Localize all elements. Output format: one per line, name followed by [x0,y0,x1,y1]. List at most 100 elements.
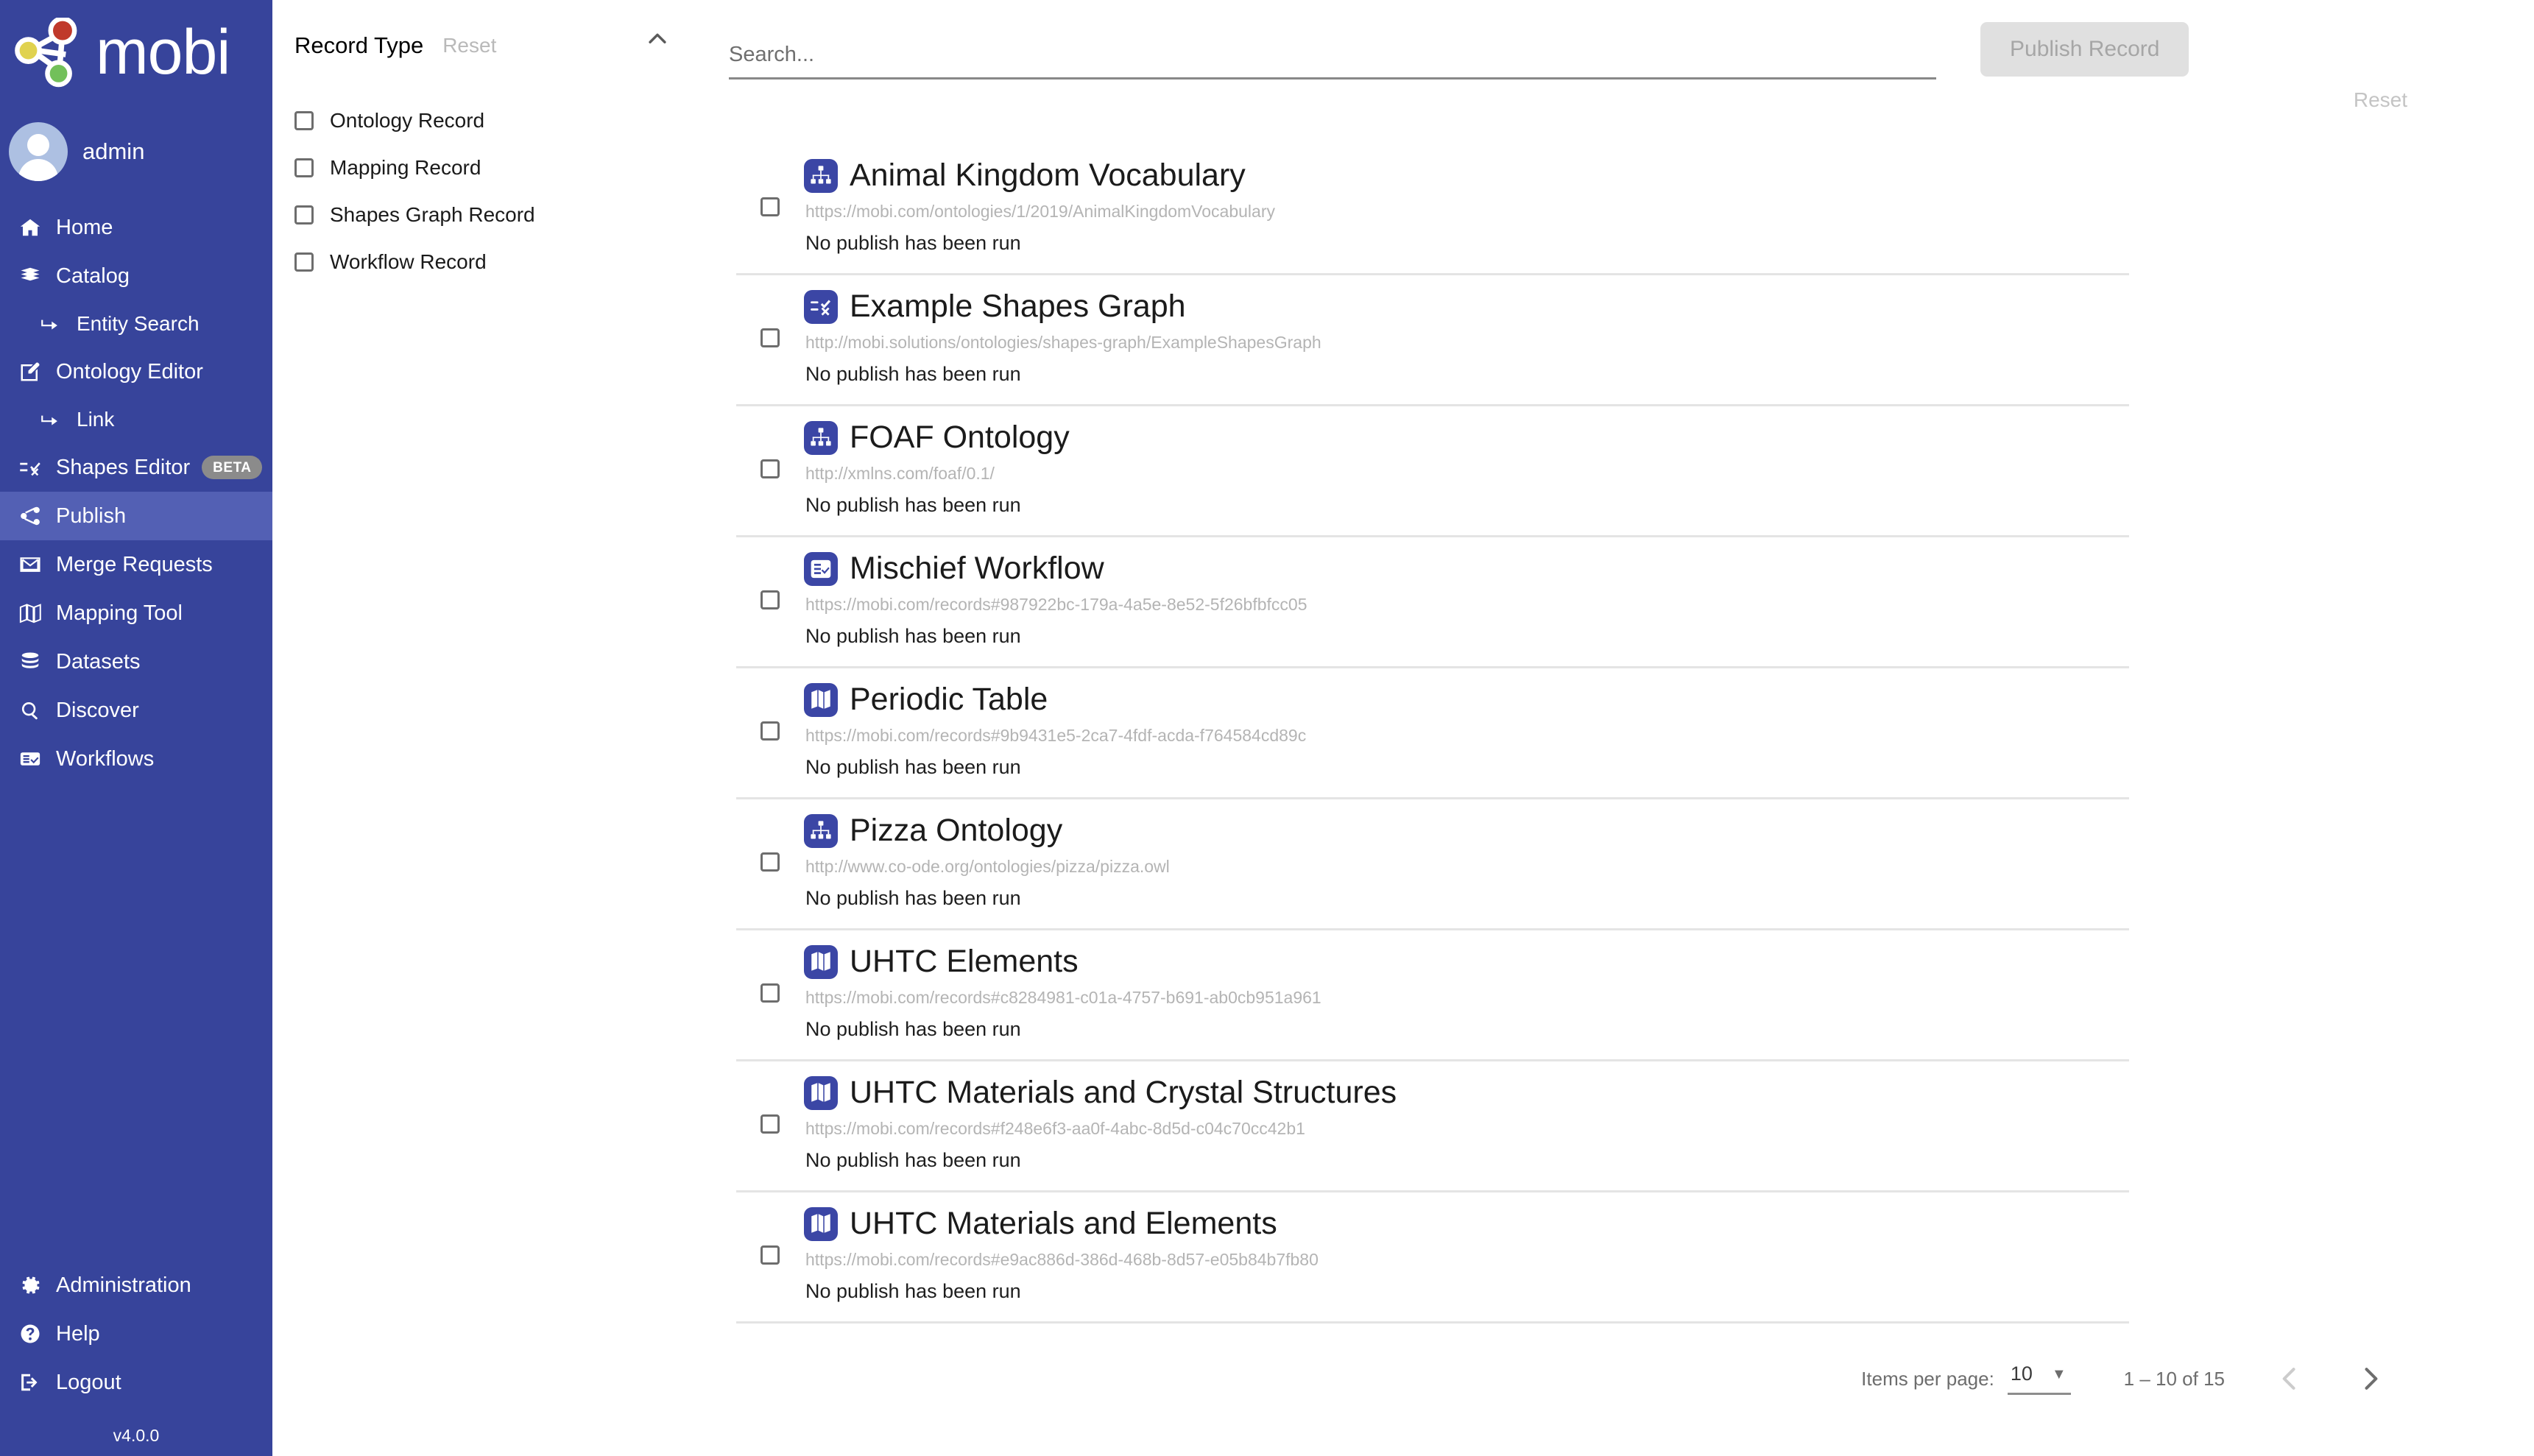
record-checkbox[interactable] [760,721,780,741]
record-checkbox[interactable] [760,459,780,478]
record-row[interactable]: Pizza Ontology http://www.co-ode.org/onto… [736,799,2129,930]
record-row[interactable]: Periodic Table https://mobi.com/records#9… [736,668,2129,799]
record-row[interactable]: UHTC Elements https://mobi.com/records#c8… [736,930,2129,1061]
publish-record-button[interactable]: Publish Record [1980,22,2189,77]
username: admin [82,138,145,164]
user-block[interactable]: admin [0,109,272,203]
sidebar-item-ontology-editor[interactable]: Ontology Editor [0,347,272,396]
book-icon [19,265,47,287]
shapes-icon [19,456,47,478]
record-title[interactable]: UHTC Materials and Crystal Structures [850,1076,1397,1109]
sidebar-item-catalog[interactable]: Catalog [0,252,272,300]
record-checkbox[interactable] [760,1114,780,1134]
shapes-graph-record-icon [804,290,838,324]
list-reset-row: Reset [729,79,2534,128]
sidebar-item-label: Entity Search [77,312,200,335]
items-per-page-select[interactable]: 10 ▼ [2007,1363,2071,1395]
record-body: UHTC Elements https://mobi.com/records#c8… [804,941,2129,1041]
filter-option-label: Shapes Graph Record [330,203,535,226]
search-input[interactable] [729,40,1936,79]
page-range-label: 1 – 10 of 15 [2123,1367,2225,1390]
sidebar-item-datasets[interactable]: Datasets [0,637,272,686]
record-checkbox[interactable] [760,1245,780,1265]
sidebar-item-logout[interactable]: Logout [0,1358,272,1407]
record-title-row: Periodic Table [804,683,2129,717]
checkbox[interactable] [294,111,314,130]
record-title[interactable]: FOAF Ontology [850,421,1070,454]
record-publish-status: No publish has been run [805,625,1021,647]
record-publish-status: No publish has been run [805,756,1021,778]
main-nav: Home Catalog Entity Search Ontology Editor L… [0,203,272,783]
record-title[interactable]: Example Shapes Graph [850,290,1186,323]
sidebar-item-link[interactable]: Link [0,396,272,443]
bottom-nav: Administration Help Logout [0,1261,272,1410]
record-checkbox[interactable] [760,590,780,609]
record-checkbox[interactable] [760,197,780,216]
record-iri: http://www.co-ode.org/ontologies/pizza/p… [805,857,1170,876]
record-title[interactable]: UHTC Elements [850,945,1079,978]
logout-icon [19,1371,47,1393]
arrow-turn-icon [40,410,68,429]
checkbox[interactable] [294,158,314,177]
sidebar-item-label: Catalog [56,264,130,288]
sidebar-item-workflows[interactable]: Workflows [0,735,272,783]
question-circle-icon [19,1323,47,1345]
sidebar-item-merge-requests[interactable]: Merge Requests [0,540,272,589]
record-row[interactable]: FOAF Ontology http://xmlns.com/foaf/0.1/N… [736,406,2129,537]
sidebar-item-entity-search[interactable]: Entity Search [0,300,272,347]
filter-title: Record Type [294,32,424,58]
beta-badge: BETA [202,456,263,479]
brand: mobi [0,0,272,109]
record-row[interactable]: Mischief Workflow https://mobi.com/record… [736,537,2129,668]
record-iri: http://xmlns.com/foaf/0.1/ [805,464,995,483]
record-title-row: UHTC Materials and Elements [804,1207,2129,1241]
record-iri: https://mobi.com/records#e9ac886d-386d-4… [805,1250,1319,1269]
brand-name: mobi [96,17,230,88]
record-title[interactable]: UHTC Materials and Elements [850,1207,1277,1240]
sidebar-item-administration[interactable]: Administration [0,1261,272,1310]
arrow-turn-icon [40,314,68,333]
record-row[interactable]: UHTC Materials and Elements https://mobi.… [736,1192,2129,1324]
record-checkbox-wrapper [736,1072,804,1134]
record-title[interactable]: Mischief Workflow [850,552,1104,585]
record-publish-status: No publish has been run [805,363,1021,385]
filter-option-mapping-record[interactable]: Mapping Record [294,144,707,191]
filter-reset-button[interactable]: Reset [442,34,496,57]
record-body: Periodic Table https://mobi.com/records#9… [804,679,2129,779]
checkbox[interactable] [294,205,314,225]
checkbox[interactable] [294,252,314,272]
filter-option-workflow-record[interactable]: Workflow Record [294,238,707,286]
filter-option-label: Mapping Record [330,156,481,179]
items-per-page-label: Items per page: [1861,1367,1994,1390]
sidebar-item-shapes-editor[interactable]: Shapes Editor BETA [0,443,272,492]
record-checkbox-wrapper [736,155,804,216]
paginator: Items per page: 10 ▼ 1 – 10 of 15 [729,1353,2534,1404]
chevron-left-icon[interactable] [2273,1363,2306,1395]
chevron-up-icon[interactable] [645,26,670,52]
list-reset-button[interactable]: Reset [2354,88,2407,112]
record-row[interactable]: UHTC Materials and Crystal Structures htt… [736,1061,2129,1192]
sidebar-item-discover[interactable]: Discover [0,686,272,735]
record-title[interactable]: Animal Kingdom Vocabulary [850,159,1246,192]
record-publish-status: No publish has been run [805,1280,1021,1302]
record-body: Animal Kingdom Vocabulary https://mobi.co… [804,155,2129,255]
record-title[interactable]: Periodic Table [850,683,1048,716]
filter-option-ontology-record[interactable]: Ontology Record [294,97,707,144]
chevron-right-icon[interactable] [2354,1363,2387,1395]
sidebar-item-home[interactable]: Home [0,203,272,252]
record-row[interactable]: Example Shapes Graph http://mobi.solution… [736,275,2129,406]
mapping-record-icon [804,683,838,717]
record-row[interactable]: Animal Kingdom Vocabulary https://mobi.co… [736,144,2129,275]
record-checkbox[interactable] [760,852,780,872]
sidebar-item-mapping-tool[interactable]: Mapping Tool [0,589,272,637]
record-title[interactable]: Pizza Ontology [850,814,1062,847]
sidebar-item-publish[interactable]: Publish [0,492,272,540]
sidebar-item-help[interactable]: Help [0,1310,272,1358]
ontology-record-icon [804,159,838,193]
record-checkbox-wrapper [736,286,804,347]
record-checkbox[interactable] [760,328,780,347]
sidebar-item-label: Shapes Editor [56,455,191,479]
record-checkbox[interactable] [760,983,780,1003]
filter-option-shapes-graph-record[interactable]: Shapes Graph Record [294,191,707,238]
record-publish-status: No publish has been run [805,494,1021,516]
